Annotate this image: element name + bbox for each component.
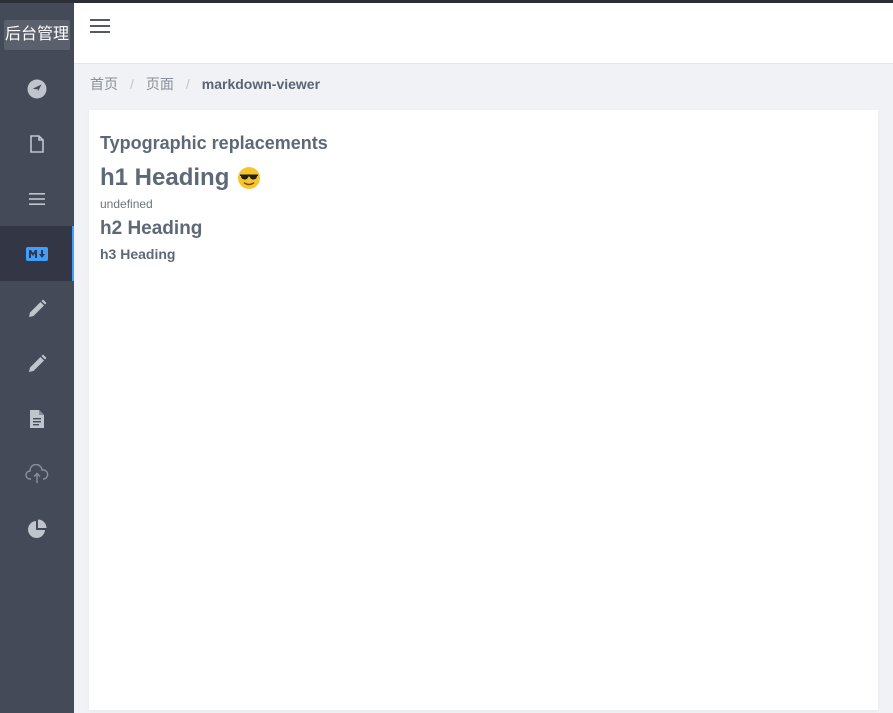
app-logo: 后台管理: [4, 20, 70, 50]
sidebar-item-list[interactable]: [0, 171, 74, 226]
sidebar-item-chart[interactable]: [0, 501, 74, 556]
top-header: [74, 3, 893, 64]
markdown-icon: [26, 246, 48, 261]
undefined-text: undefined: [100, 197, 153, 211]
breadcrumb-separator: /: [130, 76, 134, 92]
markdown-viewer-card: Typographic replacements h1 Heading unde…: [89, 110, 878, 710]
sidebar-item-document[interactable]: [0, 116, 74, 171]
breadcrumb-separator: /: [185, 76, 190, 92]
hamburger-menu-icon[interactable]: [90, 17, 110, 35]
sidebar-item-markdown[interactable]: [0, 226, 74, 281]
sidebar-item-editor[interactable]: [0, 281, 74, 336]
breadcrumb-current: markdown-viewer: [201, 76, 321, 92]
heading-h1-text: h1 Heading: [100, 164, 230, 191]
text-document-icon: [30, 409, 44, 428]
sidebar-item-upload[interactable]: [0, 446, 74, 501]
breadcrumb: 首页 / 页面 / markdown-viewer: [90, 74, 320, 94]
breadcrumb-page[interactable]: 页面: [146, 74, 174, 94]
sidebar: 后台管理: [0, 3, 74, 713]
heading-h2: h2 Heading: [100, 218, 203, 239]
sidebar-item-editor-2[interactable]: [0, 336, 74, 391]
sidebar-item-text-document[interactable]: [0, 391, 74, 446]
navigation-icon: [27, 79, 47, 98]
pencil-icon: [29, 299, 47, 317]
document-icon: [30, 134, 44, 153]
heading-h1: h1 Heading: [100, 163, 328, 193]
pie-chart-icon: [28, 519, 47, 538]
pencil-icon: [29, 354, 47, 372]
breadcrumb-home[interactable]: 首页: [90, 74, 118, 94]
heading-h3: h3 Heading: [100, 246, 176, 262]
cloud-upload-icon: [25, 463, 49, 483]
markdown-content: Typographic replacements h1 Heading unde…: [100, 132, 328, 263]
sunglasses-emoji-icon: [238, 167, 261, 189]
sidebar-item-navigation[interactable]: [0, 61, 74, 116]
sidebar-menu: [0, 61, 74, 556]
list-icon: [29, 192, 45, 205]
section-title: Typographic replacements: [100, 133, 328, 153]
